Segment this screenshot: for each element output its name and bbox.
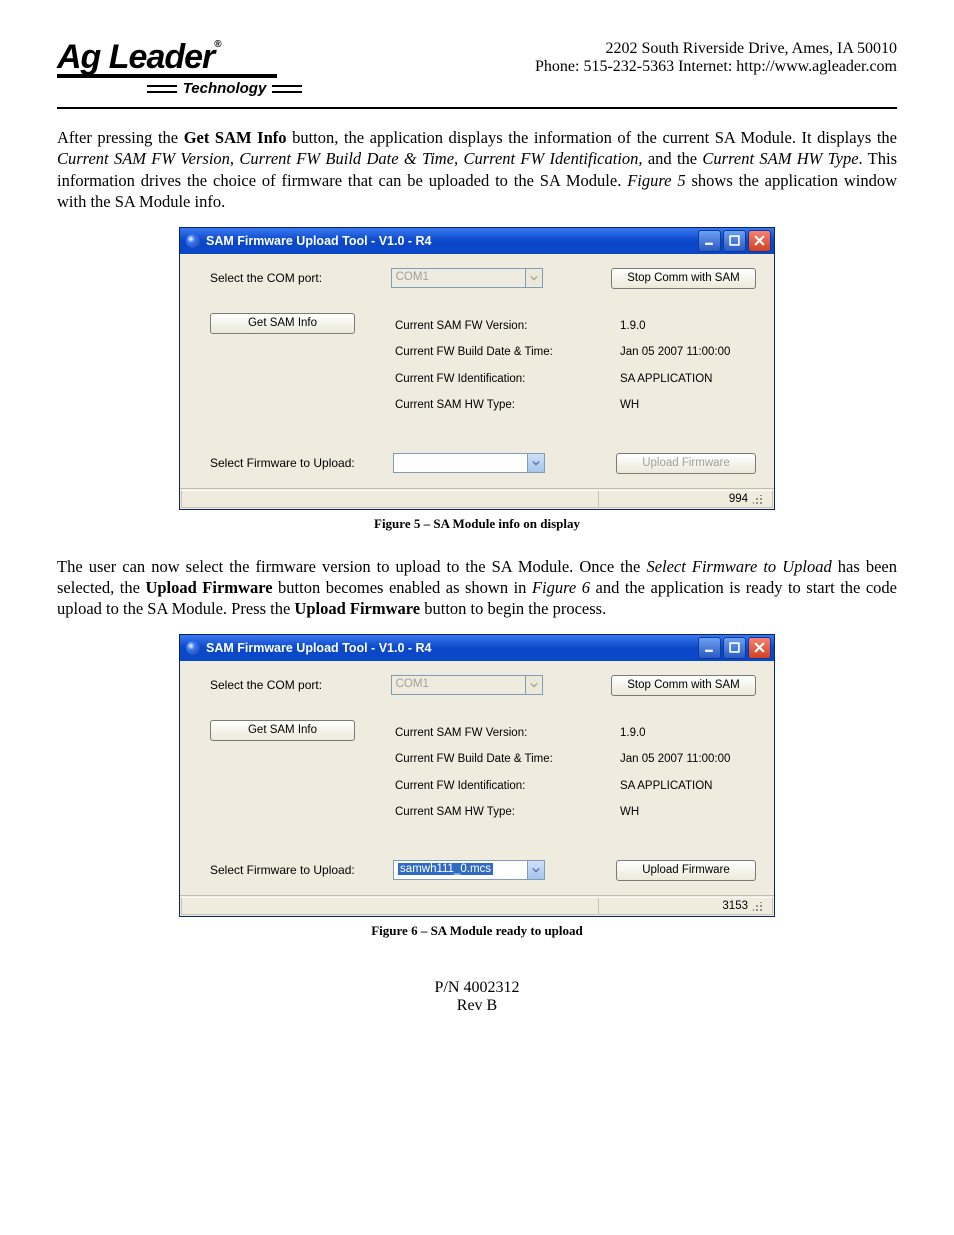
window-title: SAM Firmware Upload Tool - V1.0 - R4 — [206, 234, 698, 248]
brand-text: Ag Leader — [57, 38, 214, 76]
address-line: 2202 South Riverside Drive, Ames, IA 500… — [535, 40, 897, 58]
close-button[interactable] — [748, 230, 771, 252]
status-value: 994 — [729, 493, 748, 505]
header-contact: 2202 South Riverside Drive, Ames, IA 500… — [535, 40, 897, 76]
fw-build-label: Current FW Build Date & Time: — [395, 746, 590, 772]
close-button[interactable] — [748, 637, 771, 659]
info-values: 1.9.0 Jan 05 2007 11:00:00 SA APPLICATIO… — [590, 720, 756, 826]
maximize-button[interactable] — [723, 637, 746, 659]
registered-icon: ® — [214, 39, 220, 50]
fw-id-value: SA APPLICATION — [620, 773, 756, 799]
minimize-button[interactable] — [698, 637, 721, 659]
maximize-button[interactable] — [723, 230, 746, 252]
stop-comm-button[interactable]: Stop Comm with SAM — [611, 268, 756, 289]
titlebar[interactable]: SAM Firmware Upload Tool - V1.0 - R4 — [180, 228, 774, 254]
part-number: P/N 4002312 — [57, 979, 897, 997]
com-port-combo[interactable]: COM1 — [391, 268, 543, 288]
status-left — [181, 897, 598, 915]
window-title: SAM Firmware Upload Tool - V1.0 - R4 — [206, 641, 698, 655]
page-header: Ag Leader® Technology 2202 South Riversi… — [57, 40, 897, 109]
hw-type-value: WH — [620, 392, 756, 418]
info-labels: Current SAM FW Version: Current FW Build… — [395, 720, 590, 826]
fw-version-label: Current SAM FW Version: — [395, 313, 590, 339]
app-icon — [186, 234, 200, 248]
firmware-value: samwh111_0.mcs — [394, 861, 527, 879]
app-window-fig5: SAM Firmware Upload Tool - V1.0 - R4 Sel… — [179, 227, 775, 510]
chevron-down-icon[interactable] — [527, 454, 544, 472]
fw-build-label: Current FW Build Date & Time: — [395, 339, 590, 365]
status-right: 994 — [598, 490, 773, 508]
hw-type-label: Current SAM HW Type: — [395, 392, 590, 418]
firmware-value — [394, 454, 527, 472]
titlebar[interactable]: SAM Firmware Upload Tool - V1.0 - R4 — [180, 635, 774, 661]
fw-id-label: Current FW Identification: — [395, 773, 590, 799]
stop-comm-button[interactable]: Stop Comm with SAM — [611, 675, 756, 696]
get-sam-info-button[interactable]: Get SAM Info — [210, 313, 355, 334]
minimize-button[interactable] — [698, 230, 721, 252]
firmware-label: Select Firmware to Upload: — [210, 456, 393, 470]
hw-type-label: Current SAM HW Type: — [395, 799, 590, 825]
statusbar: 3153 — [180, 895, 774, 916]
resize-grip-icon[interactable] — [750, 899, 764, 913]
line-icon — [272, 85, 302, 93]
fw-build-value: Jan 05 2007 11:00:00 — [620, 339, 756, 365]
com-port-label: Select the COM port: — [210, 678, 391, 692]
app-window-fig6: SAM Firmware Upload Tool - V1.0 - R4 Sel… — [179, 634, 775, 917]
firmware-label: Select Firmware to Upload: — [210, 863, 393, 877]
firmware-combo[interactable]: samwh111_0.mcs — [393, 860, 545, 880]
com-port-combo[interactable]: COM1 — [391, 675, 543, 695]
fw-build-value: Jan 05 2007 11:00:00 — [620, 746, 756, 772]
fw-version-value: 1.9.0 — [620, 720, 756, 746]
figure6-caption: Figure 6 – SA Module ready to upload — [57, 923, 897, 939]
info-labels: Current SAM FW Version: Current FW Build… — [395, 313, 590, 419]
statusbar: 994 — [180, 488, 774, 509]
hw-type-value: WH — [620, 799, 756, 825]
fw-version-value: 1.9.0 — [620, 313, 756, 339]
chevron-down-icon[interactable] — [525, 676, 542, 694]
fw-id-value: SA APPLICATION — [620, 366, 756, 392]
upload-firmware-button[interactable]: Upload Firmware — [616, 453, 756, 474]
line-icon — [147, 85, 177, 93]
status-value: 3153 — [722, 900, 748, 912]
resize-grip-icon[interactable] — [750, 492, 764, 506]
status-right: 3153 — [598, 897, 773, 915]
status-left — [181, 490, 598, 508]
logo: Ag Leader® Technology — [57, 40, 302, 97]
firmware-combo[interactable] — [393, 453, 545, 473]
body-paragraph-2: The user can now select the firmware ver… — [57, 556, 897, 620]
fw-version-label: Current SAM FW Version: — [395, 720, 590, 746]
body-paragraph-1: After pressing the Get SAM Info button, … — [57, 127, 897, 213]
chevron-down-icon[interactable] — [527, 861, 544, 879]
figure5-caption: Figure 5 – SA Module info on display — [57, 516, 897, 532]
app-icon — [186, 641, 200, 655]
page-footer: P/N 4002312 Rev B — [57, 979, 897, 1015]
chevron-down-icon[interactable] — [525, 269, 542, 287]
phone-line: Phone: 515-232-5363 Internet: http://www… — [535, 58, 897, 76]
com-port-label: Select the COM port: — [210, 271, 391, 285]
fw-id-label: Current FW Identification: — [395, 366, 590, 392]
revision: Rev B — [57, 997, 897, 1015]
get-sam-info-button[interactable]: Get SAM Info — [210, 720, 355, 741]
com-port-value: COM1 — [392, 676, 525, 694]
info-values: 1.9.0 Jan 05 2007 11:00:00 SA APPLICATIO… — [590, 313, 756, 419]
com-port-value: COM1 — [392, 269, 525, 287]
upload-firmware-button[interactable]: Upload Firmware — [616, 860, 756, 881]
tech-text: Technology — [183, 80, 267, 97]
